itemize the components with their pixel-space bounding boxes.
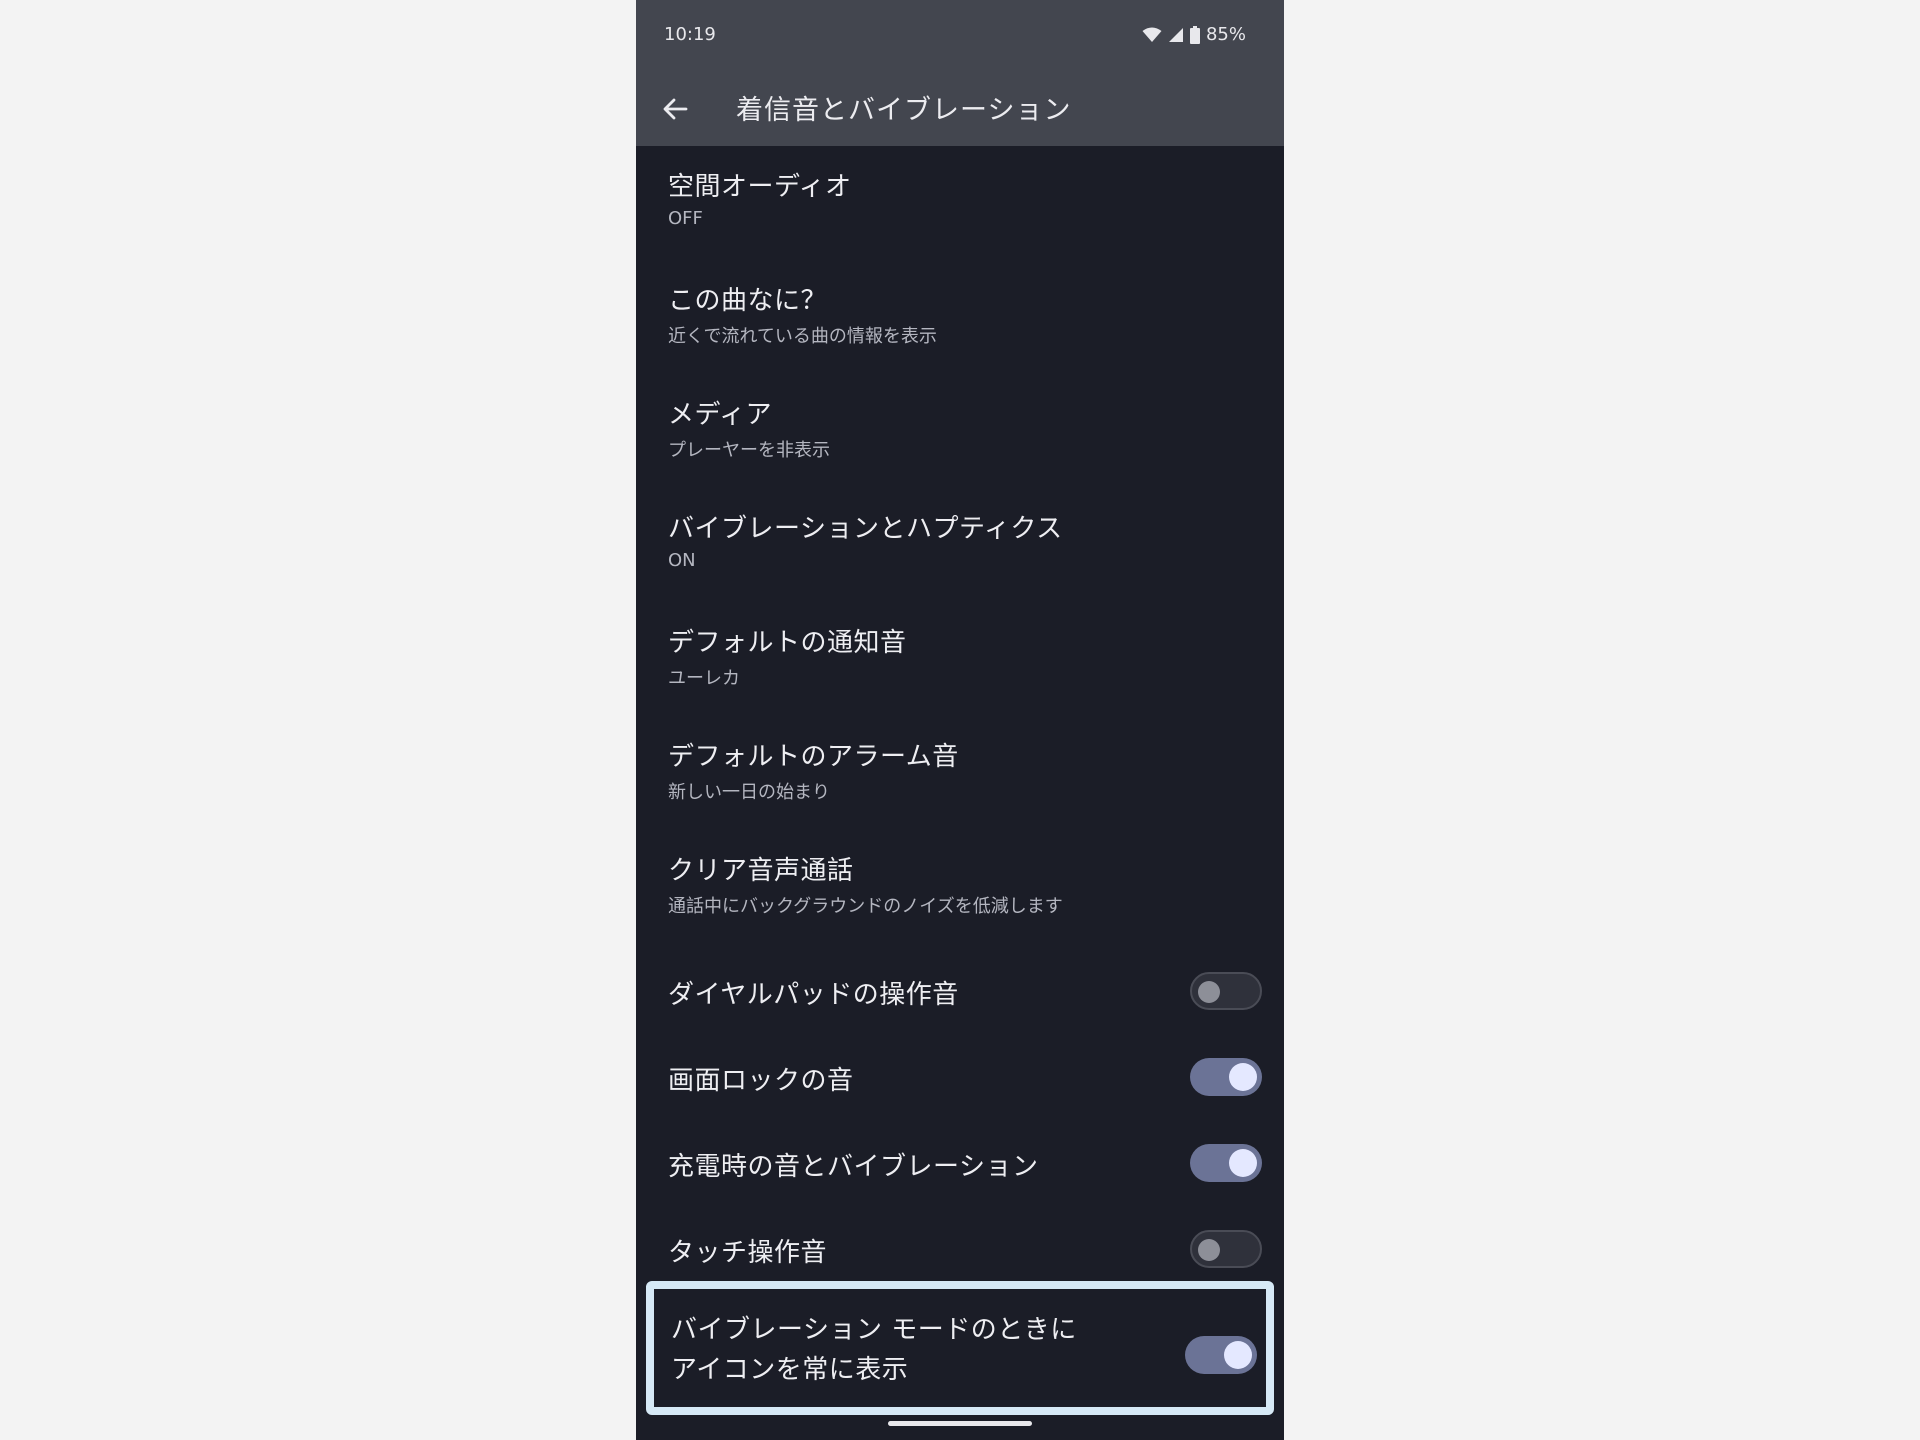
status-icons: 85% — [1142, 24, 1246, 45]
phone-screen: 10:19 85% 着信音とバイブレーション 空間オーディオ OFF この曲なに… — [636, 0, 1284, 1440]
back-button[interactable] — [656, 90, 694, 128]
page-title: 着信音とバイブレーション — [736, 95, 1072, 126]
setting-title: デフォルトの通知音 — [668, 628, 907, 658]
vibrate-icon-switch[interactable] — [1185, 1336, 1257, 1374]
setting-summary: ON — [668, 550, 696, 571]
battery-percent: 85% — [1205, 24, 1246, 45]
gesture-nav-handle[interactable] — [888, 1421, 1032, 1426]
setting-title: クリア音声通話 — [668, 856, 854, 886]
toggle-title-line-1: バイブレーション モードのときに — [671, 1315, 1077, 1345]
toggle-title: ダイヤルパッドの操作音 — [668, 980, 959, 1010]
toggle-list: ダイヤルパッドの操作音 画面ロックの音 充電時の音とバイブレーション タッチ操作… — [636, 950, 1284, 1294]
switch-knob — [1229, 1063, 1257, 1091]
toggle-title: 画面ロックの音 — [668, 1066, 854, 1096]
setting-vibration-haptics[interactable]: バイブレーションとハプティクス ON — [636, 488, 1284, 602]
screen-lock-sound-switch[interactable] — [1190, 1058, 1262, 1096]
setting-spatial-audio[interactable]: 空間オーディオ OFF — [636, 146, 1284, 260]
setting-summary: プレーヤーを非表示 — [668, 440, 830, 461]
toggle-title-line-2: アイコンを常に表示 — [671, 1355, 909, 1385]
toggle-row-vibrate-icon[interactable]: バイブレーション モードのときに アイコンを常に表示 — [654, 1289, 1266, 1407]
setting-summary: 新しい一日の始まり — [668, 782, 830, 803]
setting-title: デフォルトのアラーム音 — [668, 742, 959, 772]
charging-sounds-switch[interactable] — [1190, 1144, 1262, 1182]
battery-icon — [1189, 25, 1200, 44]
arrow-left-icon — [663, 98, 688, 120]
settings-list: 空間オーディオ OFF この曲なに？ 近くで流れている曲の情報を表示 メディア … — [636, 146, 1284, 944]
setting-summary: 通話中にバックグラウンドのノイズを低減します — [668, 896, 1063, 917]
switch-knob — [1198, 1239, 1220, 1261]
switch-knob — [1224, 1341, 1252, 1369]
toggle-title: 充電時の音とバイブレーション — [668, 1152, 1039, 1182]
setting-title: この曲なに？ — [668, 286, 828, 316]
status-bar: 10:19 85% — [636, 0, 1284, 70]
setting-title: 空間オーディオ — [668, 172, 852, 202]
signal-icon — [1168, 27, 1183, 42]
app-bar: 着信音とバイブレーション — [636, 70, 1284, 146]
setting-default-alarm-sound[interactable]: デフォルトのアラーム音 新しい一日の始まり — [636, 716, 1284, 830]
dialpad-tones-switch[interactable] — [1190, 972, 1262, 1010]
setting-default-notification-sound[interactable]: デフォルトの通知音 ユーレカ — [636, 602, 1284, 716]
wifi-icon — [1142, 27, 1162, 42]
setting-media[interactable]: メディア プレーヤーを非表示 — [636, 374, 1284, 488]
switch-knob — [1198, 981, 1220, 1003]
setting-summary: OFF — [668, 208, 703, 229]
touch-sounds-switch[interactable] — [1190, 1230, 1262, 1268]
setting-title: メディア — [668, 400, 773, 430]
toggle-title: バイブレーション モードのときに アイコンを常に表示 — [671, 1310, 1077, 1390]
toggle-row-dialpad-tones[interactable]: ダイヤルパッドの操作音 — [636, 950, 1284, 1036]
setting-summary: 近くで流れている曲の情報を表示 — [668, 326, 937, 347]
toggle-row-screen-lock-sound[interactable]: 画面ロックの音 — [636, 1036, 1284, 1122]
setting-summary: ユーレカ — [668, 668, 740, 689]
highlight-frame: バイブレーション モードのときに アイコンを常に表示 — [646, 1281, 1274, 1415]
status-time: 10:19 — [664, 24, 716, 45]
setting-now-playing[interactable]: この曲なに？ 近くで流れている曲の情報を表示 — [636, 260, 1284, 374]
switch-knob — [1229, 1149, 1257, 1177]
setting-title: バイブレーションとハプティクス — [668, 514, 1063, 544]
toggle-title: タッチ操作音 — [668, 1238, 828, 1268]
toggle-row-charging-sounds[interactable]: 充電時の音とバイブレーション — [636, 1122, 1284, 1208]
setting-clear-calling[interactable]: クリア音声通話 通話中にバックグラウンドのノイズを低減します — [636, 830, 1284, 944]
